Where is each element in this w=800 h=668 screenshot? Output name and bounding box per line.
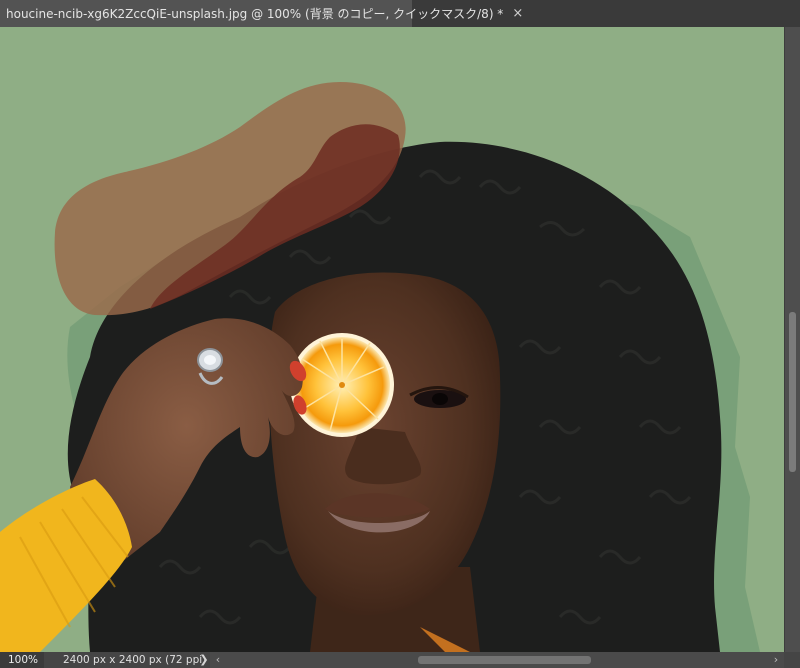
status-bar: 100% 2400 px x 2400 px (72 ppi) ❯ ‹ › <box>0 652 800 668</box>
close-icon[interactable]: × <box>512 6 523 21</box>
document-info: 2400 px x 2400 px (72 ppi) <box>63 654 207 666</box>
image-canvas[interactable] <box>0 27 784 652</box>
horizontal-scrollbar[interactable]: ‹ › <box>210 652 784 668</box>
vertical-scroll-thumb[interactable] <box>789 312 796 472</box>
zoom-field[interactable]: 100% <box>0 652 44 668</box>
photo-canvas <box>0 27 784 652</box>
scrollbar-corner <box>784 652 800 668</box>
document-tab[interactable]: houcine-ncib-xg6K2ZccQiE-unsplash.jpg @ … <box>0 0 523 27</box>
scroll-left-icon[interactable]: ‹ <box>212 652 224 668</box>
horizontal-scroll-thumb[interactable] <box>418 656 591 664</box>
scroll-right-icon[interactable]: › <box>770 652 782 668</box>
document-tab-bar: houcine-ncib-xg6K2ZccQiE-unsplash.jpg @ … <box>0 0 800 27</box>
status-menu-arrow-icon[interactable]: ❯ <box>199 652 209 668</box>
vertical-scrollbar[interactable] <box>784 27 800 652</box>
document-tab-title: houcine-ncib-xg6K2ZccQiE-unsplash.jpg @ … <box>6 7 504 21</box>
